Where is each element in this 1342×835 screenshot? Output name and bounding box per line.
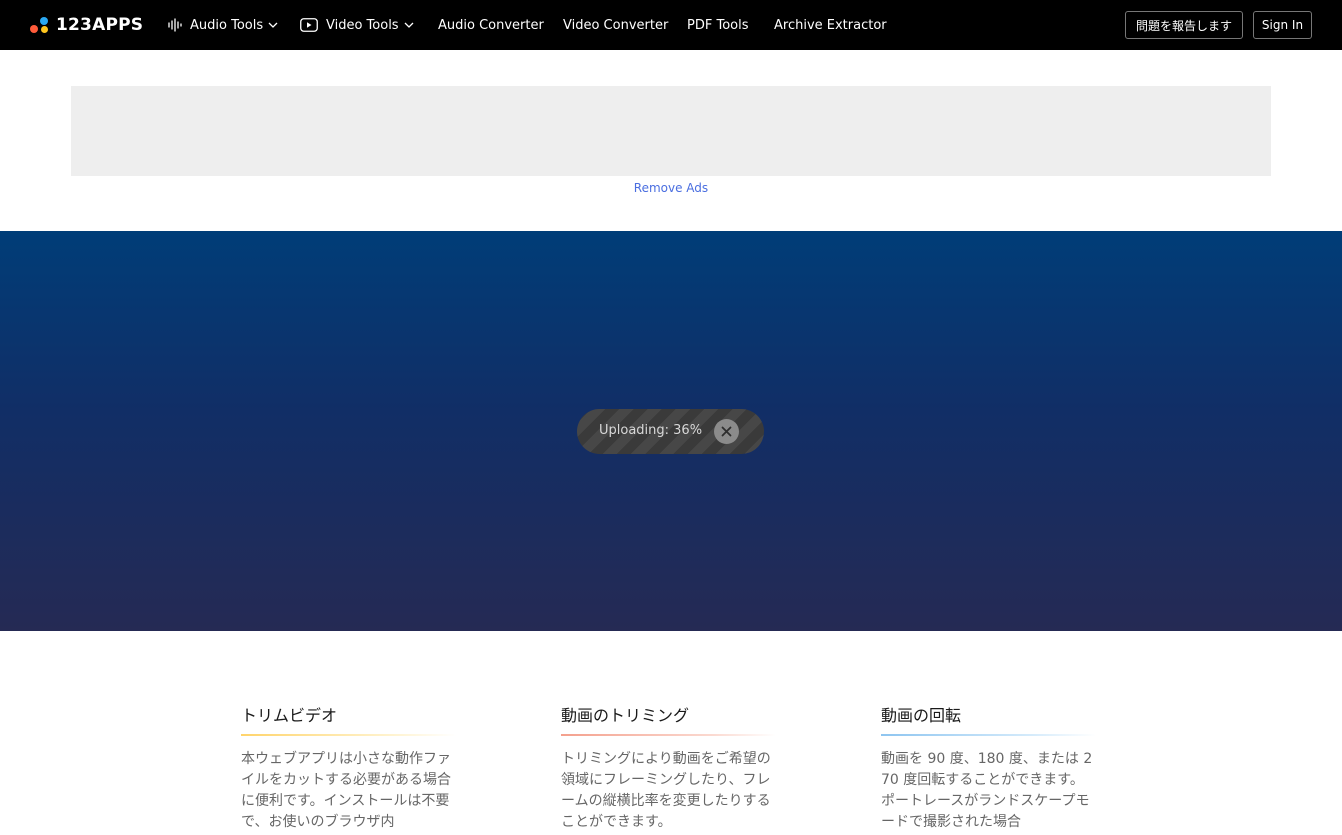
logo-text: 123APPS xyxy=(56,15,144,35)
upload-area: Uploading: 36% xyxy=(0,231,1342,631)
feature-underline xyxy=(881,734,1096,736)
nav-video-converter[interactable]: Video Converter xyxy=(563,0,668,50)
cancel-upload-button[interactable] xyxy=(714,419,739,444)
feature-title: 動画の回転 xyxy=(881,706,962,725)
logo[interactable]: 123APPS xyxy=(30,14,143,36)
upload-progress: Uploading: 36% xyxy=(577,409,764,454)
nav-audio-converter[interactable]: Audio Converter xyxy=(438,0,544,50)
audio-wave-icon xyxy=(168,18,182,32)
close-icon xyxy=(721,426,732,437)
feature-crop-video: 動画のトリミング トリミングにより動画をご希望の領域にフレーミングしたり、フレー… xyxy=(561,705,776,833)
chevron-down-icon xyxy=(268,22,278,28)
remove-ads-link[interactable]: Remove Ads xyxy=(0,181,1342,195)
nav-audio-tools-label: Audio Tools xyxy=(190,17,264,33)
feature-title: 動画のトリミング xyxy=(561,706,690,725)
feature-underline xyxy=(241,734,456,736)
nav-audio-converter-label: Audio Converter xyxy=(438,17,544,33)
play-icon xyxy=(300,18,318,32)
ad-banner xyxy=(71,86,1271,176)
feature-title: トリムビデオ xyxy=(241,706,338,725)
feature-rotate-video: 動画の回転 動画を 90 度、180 度、または 270 度回転することができま… xyxy=(881,705,1096,833)
feature-underline xyxy=(561,734,776,736)
nav-audio-tools[interactable]: Audio Tools xyxy=(168,0,278,50)
nav-video-tools[interactable]: Video Tools xyxy=(300,0,414,50)
top-navigation-bar: 123APPS Audio Tools Video Tools Audio Co… xyxy=(0,0,1342,50)
nav-archive-extractor[interactable]: Archive Extractor xyxy=(774,0,887,50)
nav-pdf-tools-label: PDF Tools xyxy=(687,17,749,33)
feature-trim-video: トリムビデオ 本ウェブアプリは小さな動作ファイルをカットする必要がある場合に便利… xyxy=(241,705,456,833)
feature-description: 動画を 90 度、180 度、または 270 度回転することができます。ポートレ… xyxy=(881,751,1093,830)
nav-video-converter-label: Video Converter xyxy=(563,17,669,33)
upload-status-text: Uploading: 36% xyxy=(599,423,703,438)
feature-description: トリミングにより動画をご希望の領域にフレーミングしたり、フレームの縦横比率を変更… xyxy=(561,751,771,830)
feature-description: 本ウェブアプリは小さな動作ファイルをカットする必要がある場合に便利です。インスト… xyxy=(241,751,451,830)
nav-pdf-tools[interactable]: PDF Tools xyxy=(687,0,748,50)
nav-archive-extractor-label: Archive Extractor xyxy=(774,17,887,33)
chevron-down-icon xyxy=(404,22,414,28)
sign-in-button[interactable]: Sign In xyxy=(1253,11,1312,39)
nav-video-tools-label: Video Tools xyxy=(326,17,399,33)
report-issue-button[interactable]: 問題を報告します xyxy=(1125,11,1243,39)
logo-dots-icon xyxy=(30,15,50,35)
